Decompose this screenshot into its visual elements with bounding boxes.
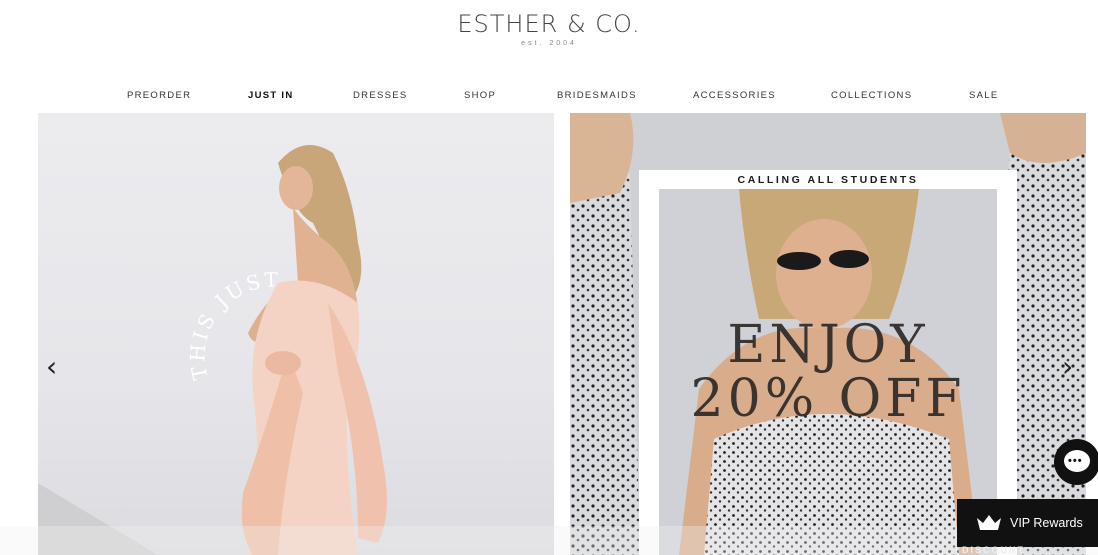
chevron-right-icon[interactable]: ›	[1062, 350, 1073, 383]
bottom-bar	[0, 526, 1098, 555]
nav-item-collections[interactable]: COLLECTIONS	[831, 90, 912, 101]
nav-item-accessories[interactable]: ACCESSORIES	[693, 90, 776, 101]
vip-rewards-button[interactable]: VIP Rewards	[957, 499, 1098, 547]
promo-headline-line2: 20% OFF	[690, 369, 966, 429]
hero-slide-just-in[interactable]: THIS JUST IN	[38, 113, 554, 555]
nav-item-preorder[interactable]: PREORDER	[127, 90, 191, 101]
nav-item-just-in[interactable]: JUST IN	[248, 90, 294, 101]
brand-tagline: est. 2004	[521, 40, 577, 47]
nav-item-shop[interactable]: SHOP	[464, 90, 496, 101]
brand-name: ESTHER & CO.	[457, 10, 641, 38]
brand-logo[interactable]: ESTHER & CO. est. 2004	[0, 10, 1098, 47]
svg-text:THIS JUST IN: THIS JUST IN	[178, 268, 293, 382]
promo-headline: ENJOY 20% OFF	[570, 318, 1086, 426]
vip-rewards-label: VIP Rewards	[1010, 516, 1083, 530]
nav-item-bridesmaids[interactable]: BRIDESMAIDS	[557, 90, 637, 101]
crown-icon	[977, 515, 1001, 530]
this-just-in-arc-label: THIS JUST IN	[178, 268, 293, 382]
hero-slide-student-promo[interactable]: CALLING ALL STUDENTS ENJOY 20% OFF	[570, 113, 1086, 555]
chat-button[interactable]: •••	[1054, 439, 1098, 485]
nav-item-dresses[interactable]: DRESSES	[353, 90, 408, 101]
chevron-left-icon[interactable]: ‹	[46, 350, 57, 383]
chat-dots: •••	[1068, 455, 1083, 467]
nav-item-sale[interactable]: SALE	[969, 90, 999, 101]
promo-headline-line1: ENJOY	[727, 315, 929, 375]
main-navigation: PREORDER JUST IN DRESSES SHOP BRIDESMAID…	[0, 90, 1098, 104]
discount-tab[interactable]: DISCOUNT	[962, 545, 1025, 555]
promo-label: CALLING ALL STUDENTS	[737, 174, 919, 186]
